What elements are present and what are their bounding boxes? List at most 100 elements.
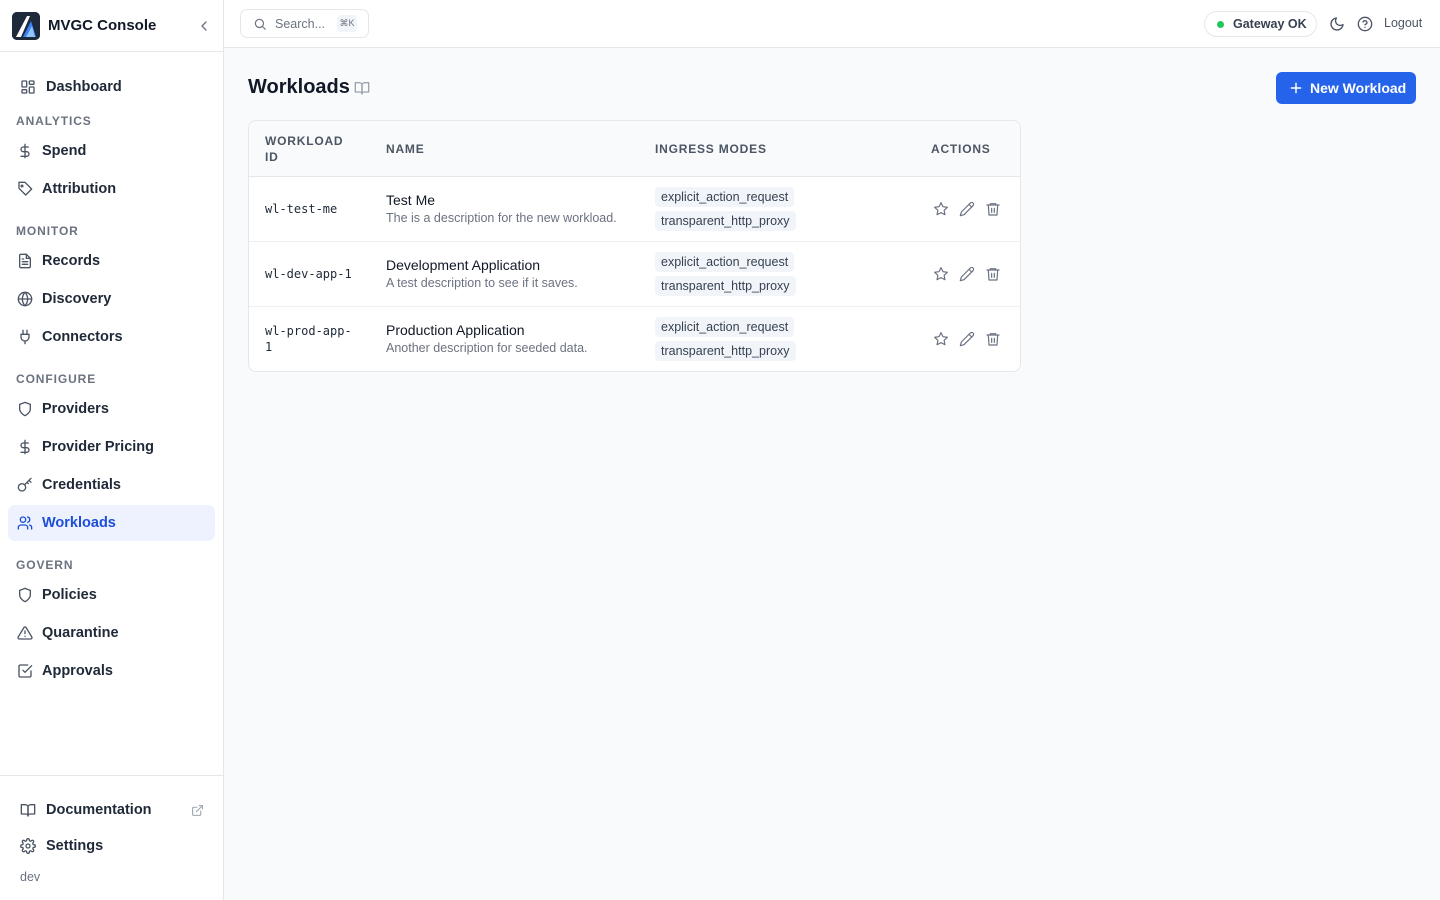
external-link-icon bbox=[191, 804, 204, 817]
sidebar-item-policies[interactable]: Policies bbox=[8, 577, 215, 613]
table-row[interactable]: wl-prod-app- 1 Production Application Ano… bbox=[249, 307, 1020, 371]
table-row[interactable]: wl-test-me Test Me The is a description … bbox=[249, 177, 1020, 242]
sidebar-item-provider-pricing[interactable]: Provider Pricing bbox=[8, 429, 215, 465]
plus-icon bbox=[1289, 81, 1303, 95]
workloads-table: WORKLOAD ID NAME INGRESS MODES ACTIONS wl… bbox=[248, 120, 1021, 372]
column-header-workload-id[interactable]: WORKLOAD ID bbox=[265, 133, 343, 165]
environment-label: dev bbox=[20, 870, 41, 884]
pencil-icon[interactable] bbox=[959, 201, 975, 217]
gear-icon bbox=[20, 838, 36, 854]
workload-description: The is a description for the new workloa… bbox=[386, 211, 617, 225]
sidebar-item-attribution[interactable]: Attribution bbox=[8, 171, 215, 207]
gateway-status-text: Gateway OK bbox=[1233, 17, 1307, 31]
documentation-link[interactable]: Documentation bbox=[8, 794, 215, 826]
sidebar-item-quarantine[interactable]: Quarantine bbox=[8, 615, 215, 651]
dollar-icon bbox=[17, 439, 33, 455]
file-text-icon bbox=[17, 253, 33, 269]
sidebar-item-providers[interactable]: Providers bbox=[8, 391, 215, 427]
ingress-mode-chip: explicit_action_request bbox=[655, 187, 795, 207]
column-header-ingress-modes[interactable]: INGRESS MODES bbox=[655, 141, 767, 157]
layout-grid-icon bbox=[20, 79, 36, 95]
app-title: MVGC Console bbox=[48, 17, 157, 34]
chevron-left-icon[interactable] bbox=[196, 18, 212, 34]
sidebar-item-workloads[interactable]: Workloads bbox=[8, 505, 215, 541]
new-workload-label: New Workload bbox=[1310, 80, 1407, 96]
column-header-actions: ACTIONS bbox=[931, 142, 991, 156]
gateway-status-badge: Gateway OK bbox=[1204, 11, 1317, 37]
column-header-name[interactable]: NAME bbox=[386, 141, 425, 157]
book-open-icon[interactable] bbox=[354, 80, 370, 96]
ingress-mode-chip: transparent_http_proxy bbox=[655, 341, 796, 361]
ingress-mode-chip: explicit_action_request bbox=[655, 317, 795, 337]
sidebar-item-label: Workloads bbox=[42, 515, 116, 531]
workload-description: Another description for seeded data. bbox=[386, 341, 588, 355]
dollar-icon bbox=[17, 143, 33, 159]
star-icon[interactable] bbox=[933, 331, 949, 347]
search-input[interactable]: Search... ⌘K bbox=[240, 9, 369, 38]
section-label-configure: CONFIGURE bbox=[16, 372, 97, 386]
sidebar-item-label: Spend bbox=[42, 143, 87, 159]
workload-name: Test Me bbox=[386, 192, 436, 208]
section-label-monitor: MONITOR bbox=[16, 224, 79, 238]
ingress-mode-chip: transparent_http_proxy bbox=[655, 276, 796, 296]
settings-label: Settings bbox=[46, 838, 104, 854]
alert-triangle-icon bbox=[17, 625, 33, 641]
shield-icon bbox=[17, 401, 33, 417]
sidebar-item-approvals[interactable]: Approvals bbox=[8, 653, 215, 689]
brand: MVGC Console bbox=[0, 0, 223, 52]
sidebar-item-label: Attribution bbox=[42, 181, 117, 197]
workload-id: wl-dev-app-1 bbox=[265, 267, 352, 281]
sidebar-item-connectors[interactable]: Connectors bbox=[8, 319, 215, 355]
sidebar-item-credentials[interactable]: Credentials bbox=[8, 467, 215, 503]
book-open-icon bbox=[20, 802, 36, 818]
sidebar-item-label: Approvals bbox=[42, 663, 113, 679]
logout-button[interactable]: Logout bbox=[1384, 16, 1422, 30]
sidebar-item-discovery[interactable]: Discovery bbox=[8, 281, 215, 317]
sidebar-item-spend[interactable]: Spend bbox=[8, 133, 215, 169]
settings-link[interactable]: Settings bbox=[8, 830, 215, 862]
trash-icon[interactable] bbox=[985, 331, 1001, 347]
workload-id: wl-test-me bbox=[265, 202, 338, 216]
sidebar-item-label: Policies bbox=[42, 587, 97, 603]
moon-icon[interactable] bbox=[1329, 16, 1345, 32]
tag-icon bbox=[17, 181, 33, 197]
sidebar-item-label: Dashboard bbox=[46, 79, 122, 95]
help-circle-icon[interactable] bbox=[1357, 16, 1373, 32]
new-workload-button[interactable]: New Workload bbox=[1276, 72, 1416, 104]
users-icon bbox=[17, 515, 33, 531]
mvgc-logo-icon bbox=[12, 12, 40, 40]
workload-id: wl-prod-app- 1 bbox=[265, 324, 352, 354]
sidebar-item-label: Providers bbox=[42, 401, 109, 417]
table-row[interactable]: wl-dev-app-1 Development Application A t… bbox=[249, 242, 1020, 307]
sidebar-item-label: Records bbox=[42, 253, 101, 269]
sidebar-item-label: Quarantine bbox=[42, 625, 119, 641]
page-title: Workloads bbox=[248, 76, 350, 98]
sidebar-item-records[interactable]: Records bbox=[8, 243, 215, 279]
globe-icon bbox=[17, 291, 33, 307]
search-shortcut: ⌘K bbox=[337, 15, 357, 32]
pencil-icon[interactable] bbox=[959, 331, 975, 347]
sidebar-footer: Documentation Settings dev bbox=[0, 775, 223, 900]
key-icon bbox=[17, 477, 33, 493]
sidebar-item-label: Provider Pricing bbox=[42, 439, 155, 455]
star-icon[interactable] bbox=[933, 201, 949, 217]
pencil-icon[interactable] bbox=[959, 266, 975, 282]
section-label-analytics: ANALYTICS bbox=[16, 114, 92, 128]
plug-icon bbox=[17, 329, 33, 345]
workload-name: Development Application bbox=[386, 257, 541, 273]
workload-description: A test description to see if it saves. bbox=[386, 276, 578, 290]
sidebar-item-label: Credentials bbox=[42, 477, 121, 493]
shield-icon bbox=[17, 587, 33, 603]
workload-name: Production Application bbox=[386, 322, 525, 338]
sidebar-item-label: Discovery bbox=[42, 291, 112, 307]
star-icon[interactable] bbox=[933, 266, 949, 282]
sidebar-item-dashboard[interactable]: Dashboard bbox=[8, 69, 215, 105]
section-label-govern: GOVERN bbox=[16, 558, 74, 572]
sidebar-item-label: Connectors bbox=[42, 329, 123, 345]
sidebar: MVGC Console Dashboard ANALYTICS Spend A… bbox=[0, 0, 224, 900]
search-placeholder: Search... bbox=[275, 17, 326, 31]
status-dot bbox=[1217, 21, 1224, 28]
trash-icon[interactable] bbox=[985, 266, 1001, 282]
trash-icon[interactable] bbox=[985, 201, 1001, 217]
ingress-mode-chip: explicit_action_request bbox=[655, 252, 795, 272]
